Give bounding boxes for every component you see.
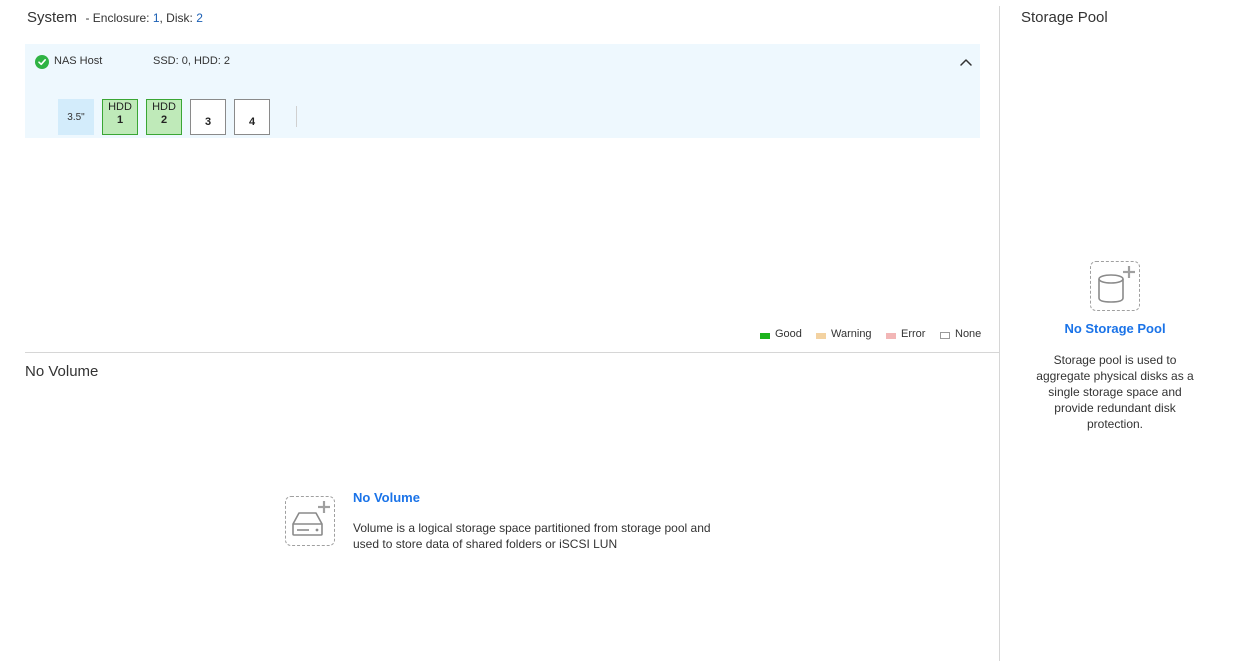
system-summary: - Enclosure: 1, Disk: 2 <box>85 11 202 25</box>
enclosure-name: NAS Host <box>54 55 103 67</box>
disk-count: 2 <box>196 11 203 25</box>
disk-slot-number: 3 <box>204 116 212 128</box>
storage-pool-description: Storage pool is used to aggregate physic… <box>1036 353 1194 431</box>
legend-good: Good <box>760 327 802 341</box>
volume-section-title: No Volume <box>25 363 99 380</box>
disk-slot-1[interactable]: HDD 1 <box>102 99 138 135</box>
disk-count-label: , Disk: <box>159 11 197 25</box>
disk-slot-number: 4 <box>248 116 256 128</box>
disk-slot-type: HDD <box>152 101 176 113</box>
legend-swatch-none <box>940 332 950 339</box>
slot-size-label: 3.5" <box>58 99 94 135</box>
disk-slot-2[interactable]: HDD 2 <box>146 99 182 135</box>
disk-slot-type: HDD <box>108 101 132 113</box>
disk-slot-number: 2 <box>160 114 168 126</box>
legend-swatch-warning <box>816 332 826 339</box>
storage-pool-panel: Storage Pool No Storage Pool Storage poo… <box>999 6 1254 661</box>
legend-warning: Warning <box>816 327 872 341</box>
storage-pool-title: Storage Pool <box>1021 9 1108 26</box>
legend-label: Error <box>901 328 926 340</box>
enclosure-count-label: - Enclosure: <box>85 11 153 25</box>
add-storage-pool-icon[interactable] <box>1090 261 1140 311</box>
legend-label: Warning <box>831 328 872 340</box>
section-divider <box>25 352 999 353</box>
disk-slot-3[interactable]: 3 <box>190 99 226 135</box>
enclosure-count: 1 <box>152 11 160 25</box>
disk-slot-4[interactable]: 4 <box>234 99 270 135</box>
check-circle-icon <box>35 55 49 69</box>
main-panel: System - Enclosure: 1, Disk: 2 NAS Host … <box>0 0 999 666</box>
disk-slot-number: 1 <box>116 114 124 126</box>
chevron-up-icon[interactable] <box>958 55 974 67</box>
no-storage-pool-link[interactable]: No Storage Pool <box>1000 321 1230 336</box>
system-header: System - Enclosure: 1, Disk: 2 <box>27 9 203 27</box>
legend-none: None <box>940 327 981 341</box>
legend-swatch-error <box>886 332 896 339</box>
enclosure-panel: NAS Host SSD: 0, HDD: 2 3.5" HDD 1 HDD 2… <box>25 44 980 138</box>
legend-swatch-good <box>760 332 770 339</box>
add-volume-icon[interactable] <box>285 496 335 546</box>
legend-label: Good <box>775 328 802 340</box>
volume-description: Volume is a logical storage space partit… <box>353 521 711 551</box>
legend-error: Error <box>886 327 925 341</box>
legend-label: None <box>955 328 982 340</box>
system-title: System <box>27 9 78 26</box>
enclosure-disk-summary: SSD: 0, HDD: 2 <box>153 55 231 67</box>
no-volume-link[interactable]: No Volume <box>353 490 420 505</box>
divider <box>296 106 297 127</box>
